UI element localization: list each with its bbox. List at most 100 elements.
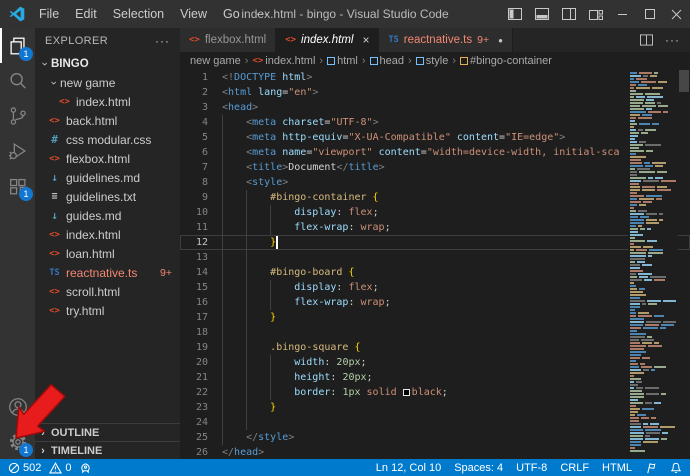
tree-file-flexbox.html[interactable]: <> flexbox.html — [35, 149, 180, 168]
tab-index-html[interactable]: <> index.html × — [276, 28, 380, 52]
split-editor-icon[interactable] — [640, 34, 653, 46]
status-text: CRLF — [560, 461, 590, 474]
customize-layout-icon[interactable] — [582, 0, 609, 28]
breadcrumb-label: new game — [190, 55, 241, 67]
toggle-secondary-sidebar-icon[interactable] — [555, 0, 582, 28]
code-line-3[interactable]: 3 <head> — [180, 100, 690, 115]
minimap[interactable] — [628, 70, 678, 459]
code-line-8[interactable]: 8 <style> — [180, 175, 690, 190]
close-tab-icon[interactable]: × — [362, 33, 369, 47]
menubar: File Edit Selection View Go ··· — [31, 0, 276, 28]
scrollbar-handle[interactable] — [679, 70, 689, 92]
tab-flexbox-html[interactable]: <> flexbox.html — [180, 28, 277, 52]
toggle-panel-icon[interactable] — [528, 0, 555, 28]
code-line-2[interactable]: 2 <html lang="en"> — [180, 85, 690, 100]
tree-folder-new-game[interactable]: › new game — [35, 73, 180, 92]
tree-file-index.html[interactable]: <> index.html — [35, 92, 180, 111]
code-line-17[interactable]: 17 } — [180, 310, 690, 325]
tree-file-reactnative.ts[interactable]: TS reactnative.ts 9+ — [35, 263, 180, 282]
tree-root-folder[interactable]: › BINGO — [35, 54, 180, 73]
status-cursor-position[interactable]: Ln 12, Col 10 — [376, 462, 441, 474]
code-line-12[interactable]: 12 } — [180, 235, 690, 250]
code-line-25[interactable]: 25 </style> — [180, 430, 690, 445]
code-line-1[interactable]: 1 <!DOCTYPE html> — [180, 70, 690, 85]
status-feedback[interactable] — [645, 462, 657, 474]
code-line-14[interactable]: 14 #bingo-board { — [180, 265, 690, 280]
tree-file-guidelines.txt[interactable]: ≡ guidelines.txt — [35, 187, 180, 206]
activitybar-manage[interactable]: 1 — [0, 424, 35, 459]
statusbar-left: 502 0 — [8, 461, 100, 474]
minimize-icon[interactable] — [609, 0, 636, 28]
tree-file-loan.html[interactable]: <> loan.html — [35, 244, 180, 263]
code-line-13[interactable]: 13 — [180, 250, 690, 265]
tab-reactnative-ts[interactable]: TS reactnative.ts 9+ ● — [379, 28, 513, 52]
status-language-mode[interactable]: HTML — [602, 462, 632, 474]
sidebar-sections: › OUTLINE › TIMELINE — [35, 423, 180, 459]
section-timeline[interactable]: › TIMELINE — [35, 441, 180, 459]
code-line-24[interactable]: 24 — [180, 415, 690, 430]
code-line-19[interactable]: 19 .bingo-square { — [180, 340, 690, 355]
line-number: 1 — [201, 72, 208, 83]
breadcrumb-item-newgame[interactable]: new game — [190, 55, 241, 67]
close-icon[interactable] — [663, 0, 690, 28]
symbol-icon — [369, 57, 378, 65]
menu-edit[interactable]: Edit — [67, 7, 105, 21]
code-line-9[interactable]: 9 #bingo-container { — [180, 190, 690, 205]
status-text: Spaces: 4 — [454, 461, 504, 474]
explorer-more-icon[interactable]: ··· — [155, 34, 170, 48]
breadcrumb-item-indexhtml[interactable]: <> index.html — [252, 55, 315, 67]
editor-scrollbar[interactable] — [678, 70, 690, 459]
activitybar-explorer[interactable]: 1 — [0, 28, 35, 63]
menu-view[interactable]: View — [172, 7, 215, 21]
tree-file-try.html[interactable]: <> try.html — [35, 301, 180, 320]
breadcrumb-item-html[interactable]: html — [327, 55, 358, 67]
activitybar-source-control[interactable] — [0, 98, 35, 133]
code-line-23[interactable]: 23 } — [180, 400, 690, 415]
maximize-icon[interactable] — [636, 0, 663, 28]
breadcrumb-item-head[interactable]: head — [369, 55, 404, 67]
code-line-26[interactable]: 26 </head> — [180, 445, 690, 459]
code-line-10[interactable]: 10 display: flex; — [180, 205, 690, 220]
menu-selection[interactable]: Selection — [105, 7, 172, 21]
tree-file-back.html[interactable]: <> back.html — [35, 111, 180, 130]
activitybar-extensions[interactable]: 1 — [0, 168, 35, 203]
code-line-15[interactable]: 15 display: flex; — [180, 280, 690, 295]
status-encoding[interactable]: UTF-8 — [516, 462, 547, 474]
tree-file-guides.md[interactable]: ↓ guides.md — [35, 206, 180, 225]
activitybar-accounts[interactable] — [0, 389, 35, 424]
code-line-21[interactable]: 21 height: 20px; — [180, 370, 690, 385]
more-actions-icon[interactable]: ··· — [665, 33, 680, 47]
code-text: } — [270, 402, 277, 413]
code-line-7[interactable]: 7 <title>Document</title> — [180, 160, 690, 175]
line-number: 23 — [195, 402, 208, 413]
menu-file[interactable]: File — [31, 7, 67, 21]
tree-file-css-modular.css[interactable]: # css modular.css — [35, 130, 180, 149]
code-line-20[interactable]: 20 width: 20px; — [180, 355, 690, 370]
code-editor[interactable]: 1 <!DOCTYPE html> 2 <html lang="en"> 3 <head>… — [180, 70, 690, 459]
breadcrumb-separator: › — [319, 55, 324, 67]
code-text: <html lang="en"> — [222, 87, 319, 98]
status-notifications[interactable] — [670, 462, 682, 474]
status-warnings[interactable]: 0 — [49, 461, 71, 474]
tree-file-scroll.html[interactable]: <> scroll.html — [35, 282, 180, 301]
code-line-4[interactable]: 4 <meta charset="UTF-8"> — [180, 115, 690, 130]
breadcrumb-item-style[interactable]: style — [415, 55, 448, 67]
status-eol[interactable]: CRLF — [560, 462, 589, 474]
tree-file-index.html[interactable]: <> index.html — [35, 225, 180, 244]
breadcrumb-item-bingo-container[interactable]: #bingo-container — [460, 55, 552, 67]
activitybar-search[interactable] — [0, 63, 35, 98]
toggle-sidebar-icon[interactable] — [501, 0, 528, 28]
code-line-6[interactable]: 6 <meta name="viewport" content="width=d… — [180, 145, 690, 160]
code-line-22[interactable]: 22 border: 1px solid black; — [180, 385, 690, 400]
status-indentation[interactable]: Spaces: 4 — [454, 462, 503, 474]
section-outline[interactable]: › OUTLINE — [35, 423, 180, 441]
status-remote-indicator[interactable] — [79, 462, 92, 474]
tree-file-guidelines.md[interactable]: ↓ guidelines.md — [35, 168, 180, 187]
code-line-11[interactable]: 11 flex-wrap: wrap; — [180, 220, 690, 235]
activitybar-run-debug[interactable] — [0, 133, 35, 168]
code-line-18[interactable]: 18 — [180, 325, 690, 340]
status-errors[interactable]: 502 — [8, 462, 41, 474]
code-line-5[interactable]: 5 <meta http-equiv="X-UA-Compatible" con… — [180, 130, 690, 145]
line-number: 2 — [201, 87, 208, 98]
code-line-16[interactable]: 16 flex-wrap: wrap; — [180, 295, 690, 310]
